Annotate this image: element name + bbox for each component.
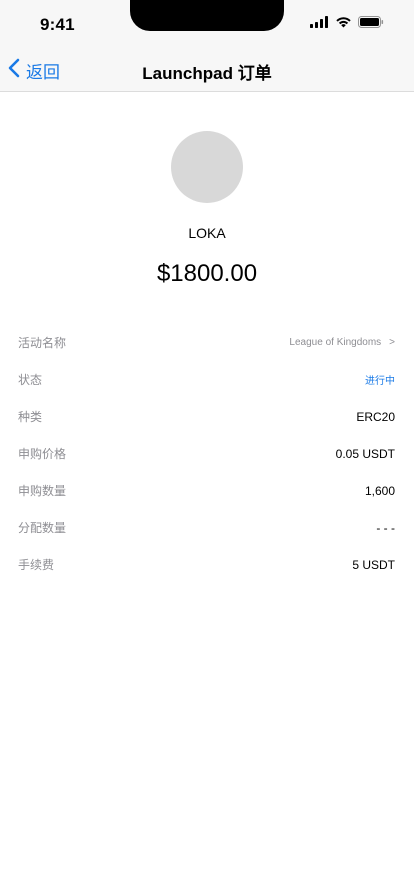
- fee-value: 5 USDT: [352, 557, 395, 572]
- status-badge: 进行中: [365, 376, 395, 387]
- quantity-value: 1,600: [364, 483, 395, 498]
- type-label: 种类: [18, 410, 43, 424]
- allocation-label: 分配数量: [18, 521, 67, 535]
- fee-label: 手续费: [18, 558, 55, 572]
- detail-row-status: 状态 进行中: [18, 361, 395, 398]
- detail-row-activity[interactable]: 活动名称 League of Kingdoms >: [18, 324, 395, 361]
- type-value: ERC20: [356, 409, 395, 424]
- detail-row-price: 申购价格 0.05 USDT: [18, 435, 395, 472]
- token-name: LOKA: [188, 225, 226, 241]
- status-bar: 9:41: [0, 0, 414, 48]
- token-avatar: [171, 131, 243, 203]
- activity-value: League of Kingdoms: [289, 337, 382, 348]
- order-details: 活动名称 League of Kingdoms > 状态 进行中 种类 ERC2…: [18, 324, 395, 583]
- detail-row-allocation: 分配数量 - - -: [18, 509, 395, 546]
- wifi-icon: [335, 15, 352, 33]
- detail-row-fee: 手续费 5 USDT: [18, 546, 395, 583]
- battery-icon: [358, 15, 384, 33]
- detail-row-type: 种类 ERC20: [18, 398, 395, 435]
- quantity-label: 申购数量: [18, 484, 67, 498]
- navigation-bar: 返回 Launchpad 订单: [0, 48, 414, 92]
- page-title: Launchpad 订单: [142, 64, 272, 83]
- price-label: 申购价格: [18, 447, 67, 461]
- status-time: 9:41: [40, 15, 75, 34]
- activity-label: 活动名称: [18, 336, 67, 350]
- cellular-signal-icon: [310, 15, 329, 33]
- activity-link[interactable]: League of Kingdoms >: [289, 337, 395, 348]
- status-icons: [310, 15, 384, 33]
- chevron-right-icon: >: [389, 337, 395, 348]
- detail-row-quantity: 申购数量 1,600: [18, 472, 395, 509]
- allocation-value: - - -: [376, 520, 395, 535]
- order-amount: $1800.00: [156, 260, 258, 287]
- price-value: 0.05 USDT: [335, 446, 395, 461]
- notch: [130, 0, 284, 31]
- status-label: 状态: [18, 373, 43, 387]
